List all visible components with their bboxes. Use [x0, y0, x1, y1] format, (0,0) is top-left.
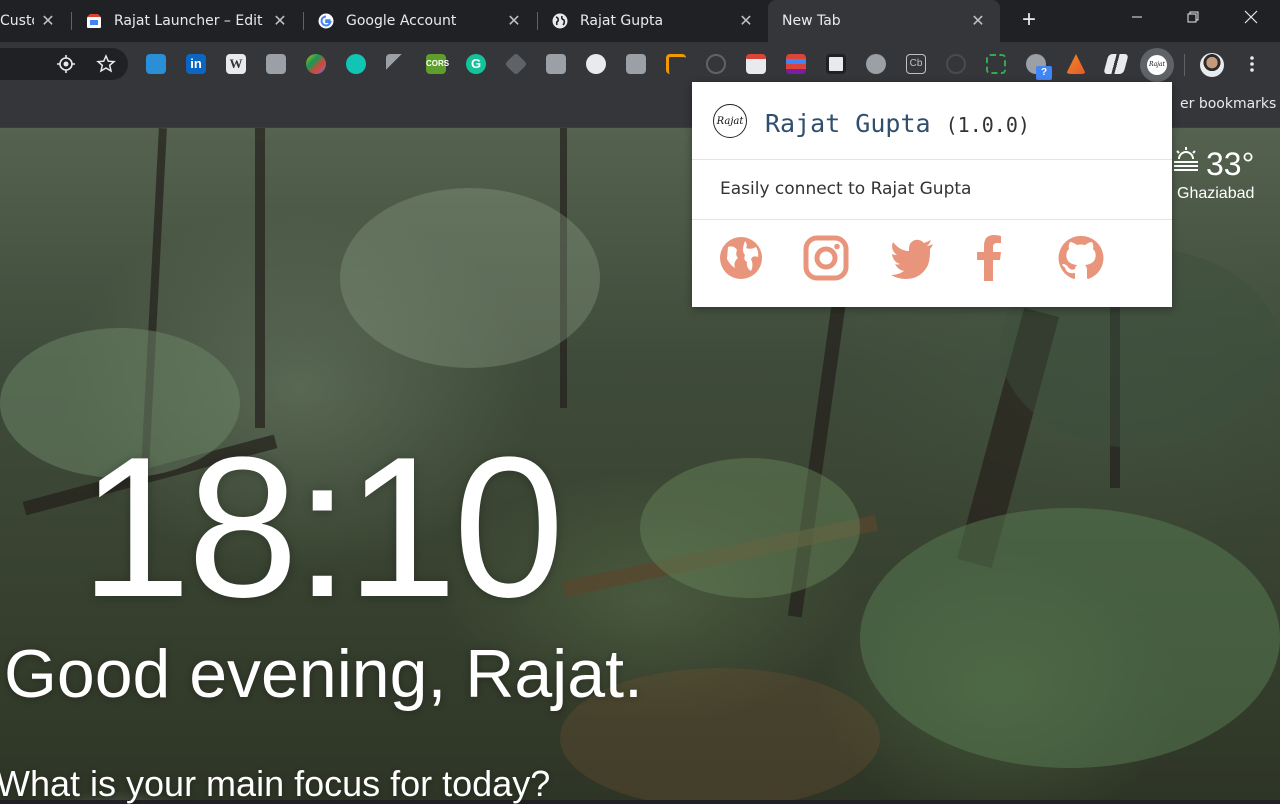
- tab-rajat-launcher[interactable]: Rajat Launcher – Edit it ✕: [72, 0, 302, 42]
- github-icon[interactable]: [1058, 235, 1104, 281]
- rajat-extension-icon[interactable]: Rajat: [1147, 55, 1167, 75]
- close-tab-icon[interactable]: ✕: [272, 13, 288, 29]
- new-tab-plus-icon[interactable]: +: [1018, 8, 1040, 32]
- extension-badge: ?: [1036, 66, 1052, 80]
- globe-icon: [552, 13, 568, 29]
- tab-title: Rajat Launcher – Edit it: [114, 13, 268, 29]
- colorpick-icon[interactable]: [306, 54, 326, 74]
- cb-icon[interactable]: Cb: [906, 54, 926, 74]
- camera-icon[interactable]: [266, 54, 286, 74]
- minimize-icon[interactable]: [1108, 0, 1166, 34]
- cors-icon[interactable]: CORS: [426, 54, 449, 74]
- menu-kebab-icon[interactable]: [1242, 54, 1262, 74]
- popup-divider: [692, 219, 1172, 220]
- film-icon[interactable]: [826, 54, 846, 74]
- screenshot-icon[interactable]: [986, 54, 1006, 74]
- web-store-icon: [87, 14, 101, 28]
- tab-title: Google Account: [346, 13, 457, 29]
- clock-ext-icon[interactable]: [586, 54, 606, 74]
- gear-ext-icon[interactable]: [866, 54, 886, 74]
- tab-title: Custo: [0, 13, 34, 29]
- instagram-icon[interactable]: [803, 235, 849, 281]
- twitter-icon[interactable]: [889, 235, 935, 281]
- popup-version: (1.0.0): [945, 113, 1030, 137]
- clock: 18:10: [80, 416, 564, 639]
- restore-icon[interactable]: [1164, 0, 1222, 34]
- wikipedia-icon[interactable]: W: [226, 54, 246, 74]
- close-window-icon[interactable]: [1222, 0, 1280, 34]
- tab-rajat-gupta[interactable]: Rajat Gupta ✕: [538, 0, 768, 42]
- weather-temperature: 33°: [1206, 146, 1255, 182]
- spiral-icon[interactable]: [706, 54, 726, 74]
- grammarly-icon[interactable]: G: [466, 54, 486, 74]
- tab-google-account[interactable]: Google Account ✕: [304, 0, 536, 42]
- popup-name: Rajat Gupta: [765, 109, 931, 138]
- linkedin-icon[interactable]: in: [186, 54, 206, 74]
- calendar-icon[interactable]: [746, 54, 766, 74]
- haze-sun-icon: [1174, 147, 1198, 171]
- card-icon[interactable]: [626, 54, 646, 74]
- tab-customize[interactable]: Custo ✕: [0, 0, 70, 42]
- pen-icon[interactable]: [386, 54, 406, 74]
- profile-avatar[interactable]: [1200, 53, 1224, 77]
- close-tab-icon[interactable]: ✕: [970, 13, 986, 29]
- google-g-icon: [318, 13, 334, 29]
- extension-popup: Rajat Rajat Gupta (1.0.0) Easily connect…: [692, 82, 1172, 307]
- focus-prompt: What is your main focus for today?: [0, 763, 551, 804]
- greeting: Good evening, Rajat.: [4, 636, 643, 712]
- rajat-logo: Rajat: [713, 104, 747, 138]
- popup-header: Rajat Rajat Gupta (1.0.0): [692, 82, 1172, 160]
- other-bookmarks[interactable]: er bookmarks: [1180, 96, 1276, 112]
- close-tab-icon[interactable]: ✕: [40, 13, 56, 29]
- ruler-icon[interactable]: [666, 54, 686, 74]
- website-globe-icon[interactable]: [718, 235, 764, 281]
- popup-title: Rajat Gupta (1.0.0): [765, 109, 1030, 138]
- facebook-icon[interactable]: [967, 235, 1013, 281]
- popup-description: Easily connect to Rajat Gupta: [720, 179, 972, 199]
- tab-title: New Tab: [782, 13, 841, 29]
- tab-strip: Custo ✕ Rajat Launcher – Edit it ✕ Googl…: [0, 0, 1280, 42]
- stack-icon[interactable]: [786, 54, 806, 74]
- location-target-icon[interactable]: [56, 54, 76, 74]
- screen-icon[interactable]: [546, 54, 566, 74]
- weather-location: Ghaziabad: [1177, 185, 1255, 202]
- tab-new-tab[interactable]: New Tab ✕: [768, 0, 1000, 42]
- meet-icon[interactable]: [346, 54, 366, 74]
- extension-a-icon[interactable]: [146, 54, 166, 74]
- close-tab-icon[interactable]: ✕: [738, 13, 754, 29]
- bookmark-star-icon[interactable]: [96, 54, 116, 74]
- search-ext-icon[interactable]: [946, 54, 966, 74]
- toolbar-divider: [1184, 54, 1185, 76]
- close-tab-icon[interactable]: ✕: [506, 13, 522, 29]
- tab-title: Rajat Gupta: [580, 13, 664, 29]
